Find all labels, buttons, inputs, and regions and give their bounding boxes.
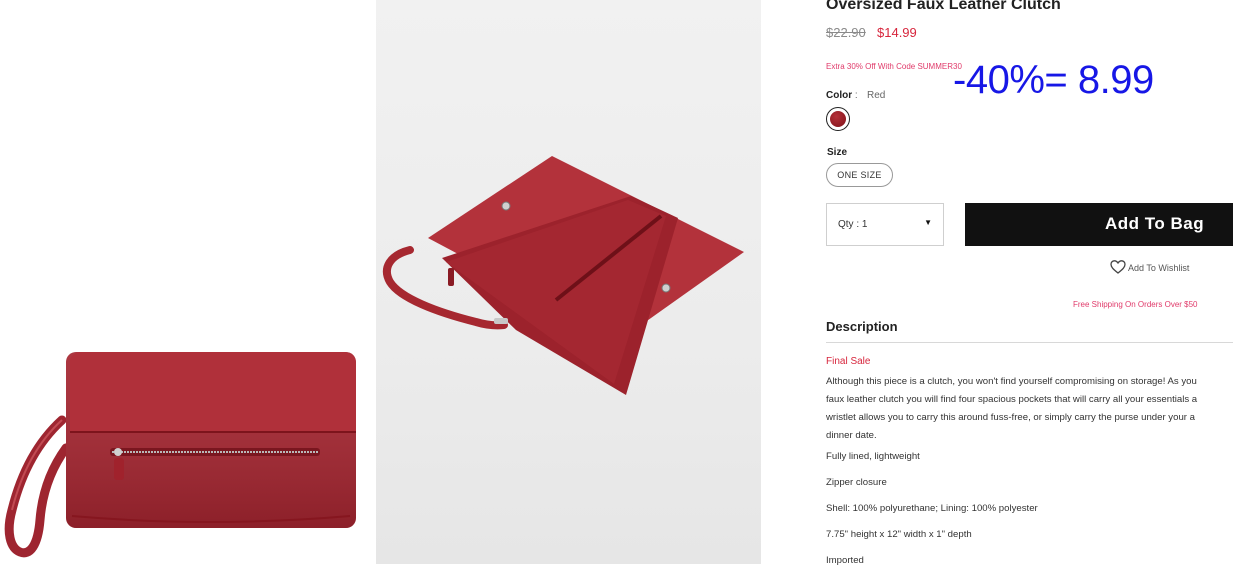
wishlist-label: Add To Wishlist — [1128, 263, 1190, 273]
quantity-value: Qty : 1 — [838, 219, 868, 230]
description-line: Although this piece is a clutch, you won… — [826, 376, 1197, 387]
product-title: Oversized Faux Leather Clutch — [826, 0, 1061, 13]
swatch-fill — [830, 111, 846, 127]
size-label: Size — [827, 147, 848, 158]
description-line: wristlet allows you to carry this around… — [826, 412, 1195, 423]
detail-item: 7.75" height x 12" width x 1" depth — [826, 529, 972, 540]
chevron-down-icon: ▼ — [924, 218, 932, 227]
color-value: Red — [867, 90, 886, 101]
heart-icon — [1110, 260, 1126, 274]
size-option-one-size[interactable]: ONE SIZE — [826, 163, 893, 187]
detail-item: Zipper closure — [826, 477, 887, 488]
color-separator: : — [854, 90, 858, 101]
add-to-bag-button[interactable]: Add To Bag — [965, 203, 1233, 246]
color-label: Color : — [826, 90, 858, 101]
product-photo-front[interactable] — [0, 0, 376, 564]
description-line: faux leather clutch you will find four s… — [826, 394, 1198, 405]
product-photo-open[interactable] — [376, 0, 761, 564]
detail-item: Fully lined, lightweight — [826, 451, 920, 462]
final-sale-label: Final Sale — [826, 356, 871, 367]
description-line: dinner date. — [826, 430, 877, 441]
detail-item: Imported — [826, 555, 864, 566]
clutch-front-illustration — [4, 352, 356, 558]
color-swatch-red[interactable] — [826, 107, 850, 131]
quantity-select[interactable]: Qty : 1 ▼ — [826, 203, 944, 246]
color-label-text: Color — [826, 90, 853, 101]
add-to-bag-label: Add To Bag — [1105, 214, 1205, 233]
description-divider — [826, 342, 1233, 343]
promo-code-text: Extra 30% Off With Code SUMMER30 — [826, 62, 962, 71]
clutch-open-illustration — [382, 156, 744, 395]
free-shipping-note: Free Shipping On Orders Over $50 — [1073, 300, 1198, 309]
sale-price: $14.99 — [877, 25, 917, 40]
description-heading: Description — [826, 319, 898, 334]
price-annotation: -40%= 8.99 — [953, 58, 1154, 102]
original-price: $22.90 — [826, 25, 866, 40]
detail-item: Shell: 100% polyurethane; Lining: 100% p… — [826, 503, 1038, 514]
